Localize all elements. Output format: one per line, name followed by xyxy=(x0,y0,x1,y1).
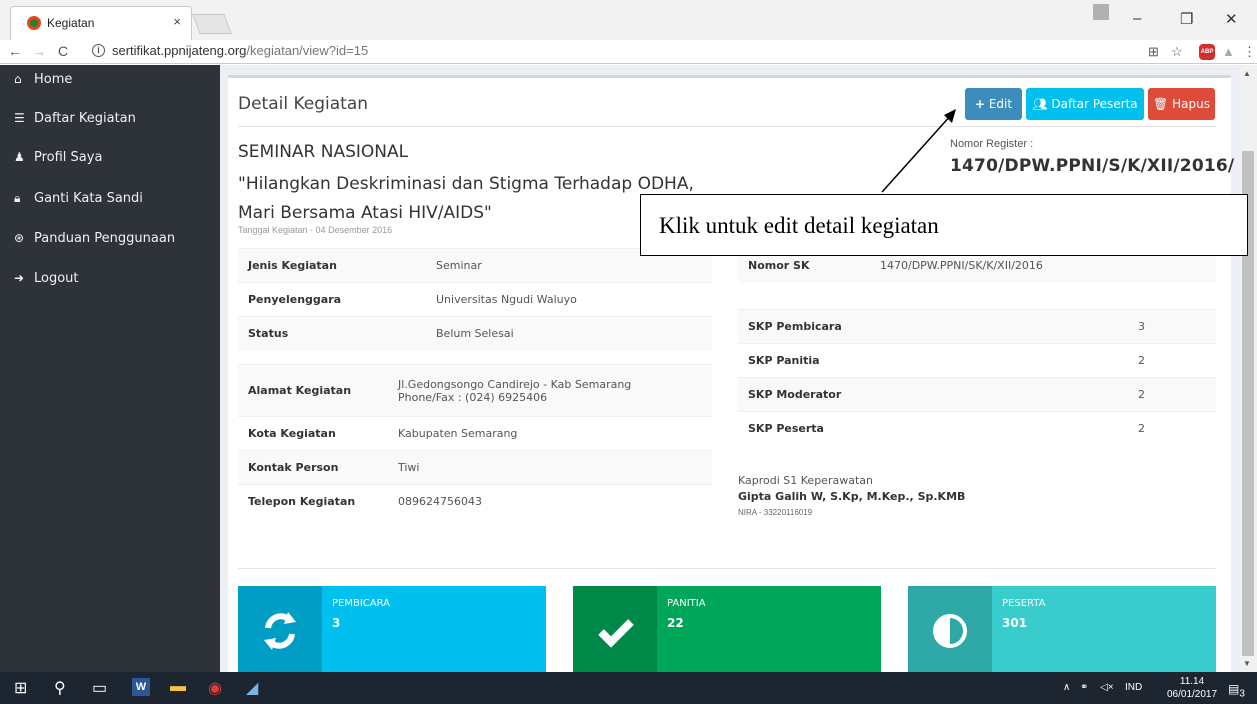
browser-titlebar: Kegiatan × – ❐ ✕ xyxy=(0,0,1257,40)
table-row: SKP Moderator 2 xyxy=(738,377,1216,412)
menu-icon[interactable]: ⋮ xyxy=(1243,44,1256,60)
signatory-nira: NIRA - 33220116019 xyxy=(738,508,813,517)
info-box-label: PANITIA xyxy=(667,598,706,609)
table-row: Kota Kegiatan Kabupaten Semarang xyxy=(238,416,712,451)
address-bar-row: ← → C i sertifikat.ppnijateng.org/kegiat… xyxy=(0,40,1257,64)
edit-button[interactable]: + Edit xyxy=(965,88,1022,120)
sidebar-item-home[interactable]: ⌂ Home xyxy=(14,72,72,87)
header-divider xyxy=(238,126,1216,127)
section-divider xyxy=(238,568,1216,569)
site-favicon-icon xyxy=(27,16,41,30)
scroll-up-icon[interactable]: ▲ xyxy=(1243,69,1251,78)
table-row: Telepon Kegiatan 089624756043 xyxy=(238,484,712,519)
maximize-button[interactable]: ❐ xyxy=(1180,10,1193,28)
tray-chevron-icon[interactable]: ∧ xyxy=(1063,682,1070,693)
skp-table: SKP Pembicara 3 SKP Panitia 2 SKP Modera… xyxy=(738,309,1216,446)
hapus-button[interactable]: 🗑︎ Hapus xyxy=(1148,88,1215,120)
info-box-label: PESERTA xyxy=(1002,598,1046,609)
adjust-icon xyxy=(908,586,992,672)
bookmark-star-icon[interactable]: ☆ xyxy=(1171,44,1183,60)
sidebar-item-profil-saya[interactable]: ♟ Profil Saya xyxy=(14,150,102,165)
chrome-icon[interactable]: ◉ xyxy=(208,678,222,698)
url-text: sertifikat.ppnijateng.org/kegiatan/view?… xyxy=(112,43,369,58)
sidebar-item-ganti-kata-sandi[interactable]: 🔒︎ Ganti Kata Sandi xyxy=(14,191,143,206)
annotation-arrow xyxy=(881,109,956,193)
refresh-icon xyxy=(238,586,322,672)
adblock-icon[interactable]: ABP xyxy=(1199,44,1215,60)
volume-icon[interactable]: ◁× xyxy=(1100,682,1114,693)
users-icon: 👥︎ xyxy=(1032,97,1048,111)
url-field[interactable]: i sertifikat.ppnijateng.org/kegiatan/vie… xyxy=(86,42,1106,62)
info-box-panitia: PANITIA 22 xyxy=(573,586,881,672)
tab-title: Kegiatan xyxy=(47,16,95,30)
table-row: Kontak Person Tiwi xyxy=(238,450,712,485)
forward-icon[interactable]: → xyxy=(32,43,46,59)
search-icon[interactable]: ⚲ xyxy=(54,678,66,698)
event-type: SEMINAR NASIONAL xyxy=(238,142,409,162)
event-location-table: Alamat Kegiatan Jl.Gedongsongo Candirejo… xyxy=(238,364,712,519)
word-icon[interactable]: W xyxy=(132,678,150,696)
sidebar-item-logout[interactable]: ➜ Logout xyxy=(14,271,79,286)
signatory-role: Kaprodi S1 Keperawatan xyxy=(738,474,873,487)
info-box-number: 301 xyxy=(1002,616,1028,630)
back-icon[interactable]: ← xyxy=(8,43,22,59)
plus-icon: + xyxy=(974,97,985,111)
daftar-peserta-button[interactable]: 👥︎ Daftar Peserta xyxy=(1026,88,1144,120)
annotation-callout: Klik untuk edit detail kegiatan xyxy=(640,194,1248,256)
check-icon xyxy=(573,586,657,672)
sidebar-item-panduan[interactable]: ⊛ Panduan Penggunaan xyxy=(14,231,175,246)
sidebar-item-daftar-kegiatan[interactable]: ☰ Daftar Kegiatan xyxy=(14,111,136,126)
main-content: Detail Kegiatan + Edit 👥︎ Daftar Peserta… xyxy=(220,65,1239,672)
sign-out-icon: ➜ xyxy=(14,271,25,285)
app-icon[interactable]: ◢ xyxy=(246,678,258,698)
event-date: Tanggal Kegiatan - 04 Desember 2016 xyxy=(238,225,393,235)
table-row: Status Belum Selesai xyxy=(238,316,712,351)
info-box-number: 3 xyxy=(332,616,341,630)
scroll-down-icon[interactable]: ▼ xyxy=(1243,659,1251,668)
info-box-pembicara: PEMBICARA 3 xyxy=(238,586,546,672)
page-scrollbar[interactable]: ▲ ▼ xyxy=(1239,65,1257,672)
close-window-button[interactable]: ✕ xyxy=(1225,10,1238,28)
language-indicator[interactable]: IND xyxy=(1125,682,1142,693)
home-icon: ⌂ xyxy=(14,72,22,86)
detail-panel: Detail Kegiatan + Edit 👥︎ Daftar Peserta… xyxy=(228,75,1235,672)
translate-icon[interactable]: ⊞ xyxy=(1148,44,1159,60)
signatory-name: Gipta Galih W, S.Kp, M.Kep., Sp.KMB xyxy=(738,490,966,503)
profile-icon[interactable] xyxy=(1093,4,1109,20)
sidebar: ⌂ Home ☰ Daftar Kegiatan ♟ Profil Saya 🔒︎ Ga… xyxy=(0,65,220,672)
windows-taskbar: ⊞ ⚲ ▭ W ▬ ◉ ◢ ∧ ⚭ ◁× IND 11.14 06/01/201… xyxy=(0,672,1257,704)
info-box-label: PEMBICARA xyxy=(332,598,390,609)
table-row: SKP Panitia 2 xyxy=(738,343,1216,378)
page-title: Detail Kegiatan xyxy=(238,94,369,114)
reload-icon[interactable]: C xyxy=(58,43,68,59)
annotation-text: Klik untuk edit detail kegiatan xyxy=(659,213,939,238)
table-row: SKP Peserta 2 xyxy=(738,411,1216,446)
lifebuoy-icon: ⊛ xyxy=(14,231,25,245)
browser-tab[interactable]: Kegiatan × xyxy=(10,6,192,40)
notification-icon[interactable]: ▤3 xyxy=(1228,682,1245,699)
lock-icon: 🔒︎ xyxy=(14,191,21,205)
minimize-button[interactable]: – xyxy=(1133,10,1141,27)
table-row: SKP Pembicara 3 xyxy=(738,309,1216,344)
info-box-number: 22 xyxy=(667,616,684,630)
list-icon: ☰ xyxy=(14,111,25,125)
task-view-icon[interactable]: ▭ xyxy=(92,678,107,698)
register-value: 1470/DPW.PPNI/S/K/XII/2016/ xyxy=(950,156,1235,176)
new-tab-button[interactable] xyxy=(192,14,232,34)
file-explorer-icon[interactable]: ▬ xyxy=(170,678,186,696)
windows-start-icon[interactable]: ⊞ xyxy=(14,678,27,698)
table-row: Penyelenggara Universitas Ngudi Waluyo xyxy=(238,282,712,317)
event-info-table: Jenis Kegiatan Seminar Penyelenggara Uni… xyxy=(238,248,712,351)
tab-close-button[interactable]: × xyxy=(173,14,181,29)
trash-icon: 🗑︎ xyxy=(1153,97,1169,111)
user-icon: ♟ xyxy=(14,150,25,164)
table-row: Alamat Kegiatan Jl.Gedongsongo Candirejo… xyxy=(238,364,712,417)
clock[interactable]: 11.14 06/01/2017 xyxy=(1167,675,1217,701)
drive-icon[interactable]: ▲ xyxy=(1222,44,1235,59)
info-icon[interactable]: i xyxy=(92,44,105,57)
network-icon[interactable]: ⚭ xyxy=(1080,682,1088,693)
info-box-peserta: PESERTA 301 xyxy=(908,586,1216,672)
